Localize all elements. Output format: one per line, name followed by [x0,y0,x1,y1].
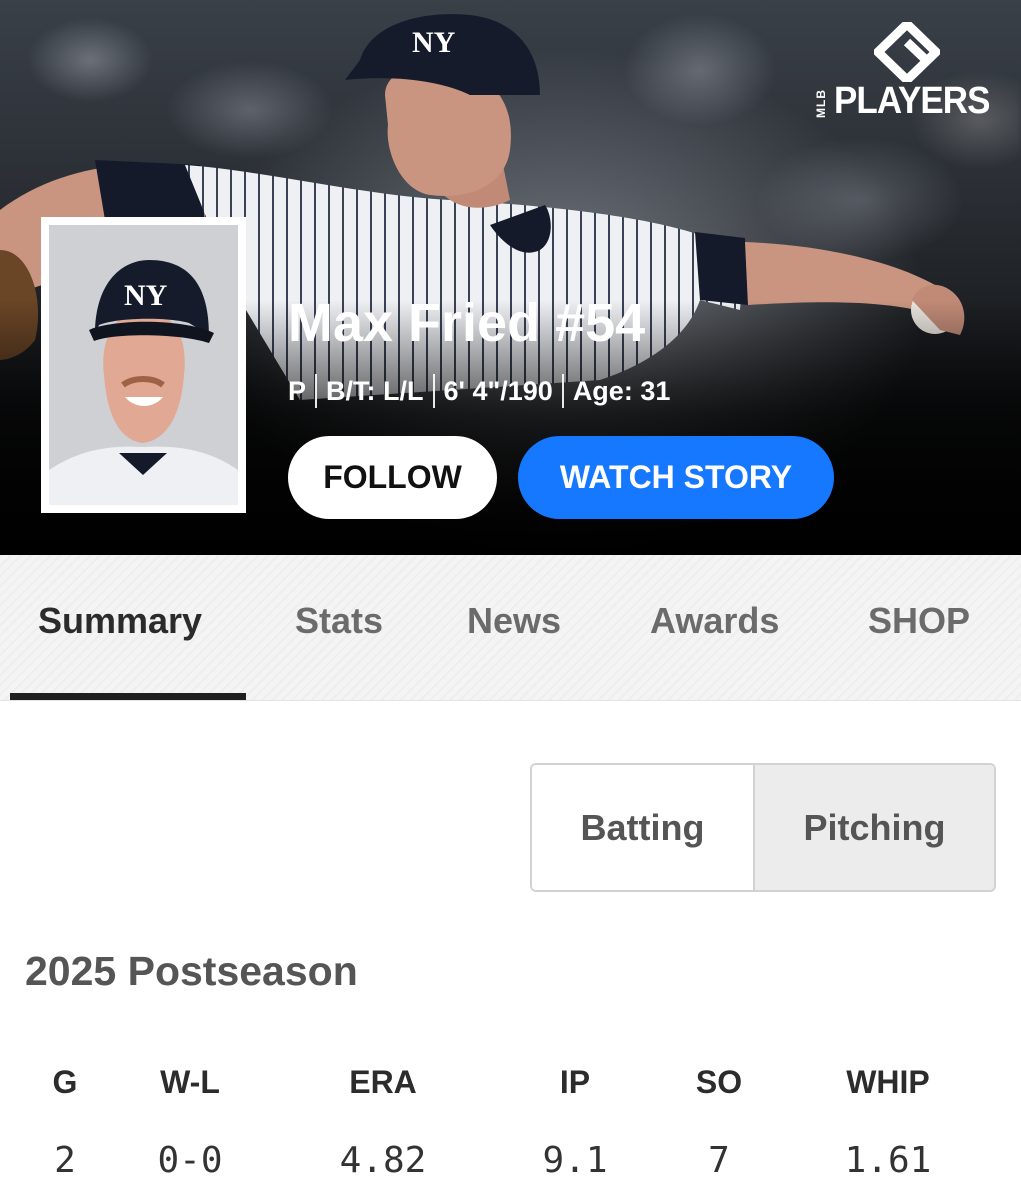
stat-value-era: 4.82 [339,1140,427,1181]
stat-value-ip: 9.1 [542,1140,608,1181]
meta-divider [561,374,564,408]
meta-divider [432,374,435,408]
stat-header-so: SO [695,1064,743,1100]
stat-value-whip: 1.61 [844,1140,932,1181]
tab-shop[interactable]: SHOP [868,600,970,642]
batting-toggle-button[interactable]: Batting [532,765,755,890]
player-meta: P B/T: L/L 6' 4"/190 Age: 31 [288,374,670,408]
logo-players-text: PLAYERS [834,80,990,122]
section-title: 2025 Postseason [25,948,358,994]
player-position: P [288,375,307,406]
svg-text:NY: NY [124,279,168,312]
stat-header-whip: WHIP [846,1064,930,1100]
follow-button[interactable]: FOLLOW [288,436,497,519]
player-height-weight: 6' 4"/190 [443,375,553,406]
player-bats-throws: B/T: L/L [326,375,424,406]
mlb-players-logo[interactable]: MLB PLAYERS [812,22,1002,122]
player-hero: NY MLB PLAYERS NY Max Fried #54 P B/T: L… [0,0,1021,555]
pitching-toggle-button[interactable]: Pitching [755,765,994,890]
tab-awards[interactable]: Awards [650,600,779,642]
player-headshot: NY [41,217,246,513]
stat-header-ip: IP [559,1064,591,1100]
watch-story-button[interactable]: WATCH STORY [518,436,834,519]
tab-stats[interactable]: Stats [295,600,383,642]
stat-header-wl: W-L [160,1064,220,1100]
tab-news[interactable]: News [467,600,561,642]
meta-divider [315,374,318,408]
stat-header-g: G [52,1064,78,1100]
headshot-image: NY [49,225,238,505]
diamond-logo-icon [874,22,940,82]
player-name: Max Fried #54 [288,293,646,353]
player-age: Age: 31 [572,375,671,406]
stat-value-so: 7 [708,1140,730,1181]
stat-value-wl: 0-0 [157,1140,223,1181]
active-tab-indicator [10,693,246,700]
stat-value-g: 2 [54,1140,76,1181]
svg-text:NY: NY [412,26,456,59]
tab-summary[interactable]: Summary [38,600,202,642]
tab-bar: Summary Stats News Awards SHOP [0,555,1021,701]
batting-pitching-toggle: Batting Pitching [530,763,996,892]
stat-header-era: ERA [349,1064,417,1100]
